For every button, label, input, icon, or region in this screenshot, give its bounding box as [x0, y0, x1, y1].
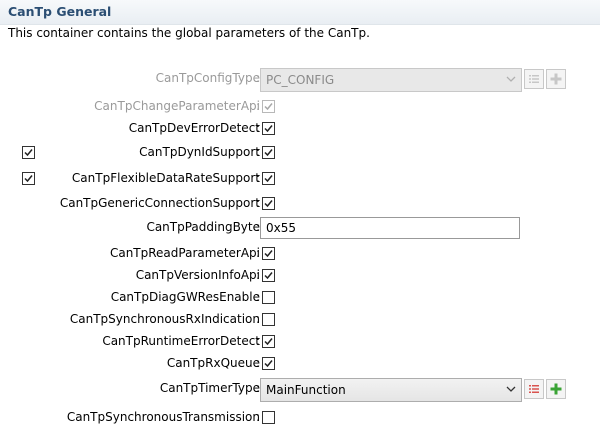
flexible-data-rate-label: CanTpFlexibleDataRateSupport — [71, 171, 260, 185]
dev-error-detect-label: CanTpDevErrorDetect — [128, 121, 260, 135]
row-padding-byte: CanTpPaddingByte : 0x55 — [0, 217, 600, 239]
check-icon — [264, 200, 273, 208]
colon: : — [256, 171, 261, 185]
runtime-error-detect-label: CanTpRuntimeErrorDetect — [102, 334, 260, 348]
row-dyn-id-support: CanTpDynIdSupport : — [0, 142, 600, 164]
timer-type-add-button[interactable] — [546, 379, 566, 399]
list-icon — [529, 385, 539, 393]
row-dev-error-detect: CanTpDevErrorDetect : — [0, 118, 600, 140]
chevron-down-icon — [506, 76, 516, 82]
plus-icon — [550, 73, 562, 85]
check-icon — [24, 175, 33, 183]
colon: : — [256, 356, 261, 370]
check-icon — [264, 338, 273, 346]
row-config-type: CanTpConfigType : PC_CONFIG — [0, 68, 600, 92]
colon: : — [256, 246, 261, 260]
version-info-api-label: CanTpVersionInfoApi — [135, 268, 260, 282]
padding-byte-input[interactable]: 0x55 — [260, 217, 520, 239]
plus-icon — [550, 383, 562, 395]
flexible-data-rate-checkbox[interactable] — [262, 172, 275, 185]
row-rx-queue: CanTpRxQueue : — [0, 353, 600, 375]
config-type-label: CanTpConfigType — [155, 71, 260, 85]
row-generic-connection-support: CanTpGenericConnectionSupport : — [0, 193, 600, 215]
padding-byte-label: CanTpPaddingByte — [146, 220, 260, 234]
colon: : — [256, 312, 261, 326]
rx-queue-label: CanTpRxQueue — [166, 356, 260, 370]
dyn-id-support-label: CanTpDynIdSupport — [139, 145, 260, 159]
config-type-list-button[interactable] — [524, 69, 544, 89]
list-icon — [529, 75, 539, 83]
row-version-info-api: CanTpVersionInfoApi : — [0, 265, 600, 287]
runtime-error-detect-checkbox[interactable] — [262, 335, 275, 348]
colon: : — [256, 290, 261, 304]
timer-type-value: MainFunction — [266, 383, 346, 397]
row-change-parameter-api: CanTpChangeParameterApi : — [0, 96, 600, 118]
rx-queue-checkbox[interactable] — [262, 357, 275, 370]
read-parameter-api-label: CanTpReadParameterApi — [109, 246, 260, 260]
colon: : — [256, 334, 261, 348]
colon: : — [256, 121, 261, 135]
check-icon — [264, 272, 273, 280]
row-timer-type: CanTpTimerType : MainFunction — [0, 378, 600, 402]
colon: : — [256, 145, 261, 159]
read-parameter-api-checkbox[interactable] — [262, 247, 275, 260]
section-description: This container contains the global param… — [8, 26, 370, 40]
colon: : — [256, 99, 261, 113]
row-synchronous-transmission: CanTpSynchronousTransmission : — [0, 407, 600, 429]
dyn-id-support-override-checkbox[interactable] — [22, 146, 35, 159]
row-diag-gw-res-enable: CanTpDiagGWResEnable : — [0, 287, 600, 309]
colon: : — [256, 268, 261, 282]
change-parameter-api-checkbox[interactable] — [262, 100, 275, 113]
synchronous-transmission-label: CanTpSynchronousTransmission — [66, 410, 260, 424]
diag-gw-res-enable-label: CanTpDiagGWResEnable — [110, 290, 260, 304]
row-read-parameter-api: CanTpReadParameterApi : — [0, 243, 600, 265]
dyn-id-support-checkbox[interactable] — [262, 146, 275, 159]
row-synchronous-rx-indication: CanTpSynchronousRxIndication : — [0, 309, 600, 331]
timer-type-list-button[interactable] — [524, 379, 544, 399]
config-type-value: PC_CONFIG — [266, 73, 335, 87]
check-icon — [264, 360, 273, 368]
synchronous-rx-indication-checkbox[interactable] — [262, 313, 275, 326]
generic-connection-label: CanTpGenericConnectionSupport — [59, 196, 260, 210]
section-header: CanTp General — [0, 0, 600, 25]
row-flexible-data-rate-support: CanTpFlexibleDataRateSupport : — [0, 168, 600, 190]
flexible-data-rate-override-checkbox[interactable] — [22, 172, 35, 185]
change-parameter-api-label: CanTpChangeParameterApi — [94, 99, 260, 113]
check-icon — [264, 250, 273, 258]
section-title: CanTp General — [8, 4, 112, 19]
timer-type-label: CanTpTimerType — [159, 381, 260, 395]
check-icon — [24, 149, 33, 157]
generic-connection-checkbox[interactable] — [262, 197, 275, 210]
synchronous-transmission-checkbox[interactable] — [262, 411, 275, 424]
config-type-add-button[interactable] — [546, 69, 566, 89]
row-runtime-error-detect: CanTpRuntimeErrorDetect : — [0, 331, 600, 353]
synchronous-rx-indication-label: CanTpSynchronousRxIndication — [69, 312, 260, 326]
check-icon — [264, 103, 273, 111]
check-icon — [264, 149, 273, 157]
dev-error-detect-checkbox[interactable] — [262, 122, 275, 135]
chevron-down-icon — [506, 386, 516, 392]
config-type-select[interactable]: PC_CONFIG — [260, 68, 522, 92]
version-info-api-checkbox[interactable] — [262, 269, 275, 282]
timer-type-select[interactable]: MainFunction — [260, 378, 522, 402]
check-icon — [264, 175, 273, 183]
check-icon — [264, 125, 273, 133]
diag-gw-res-enable-checkbox[interactable] — [262, 291, 275, 304]
colon: : — [256, 410, 261, 424]
colon: : — [256, 196, 261, 210]
